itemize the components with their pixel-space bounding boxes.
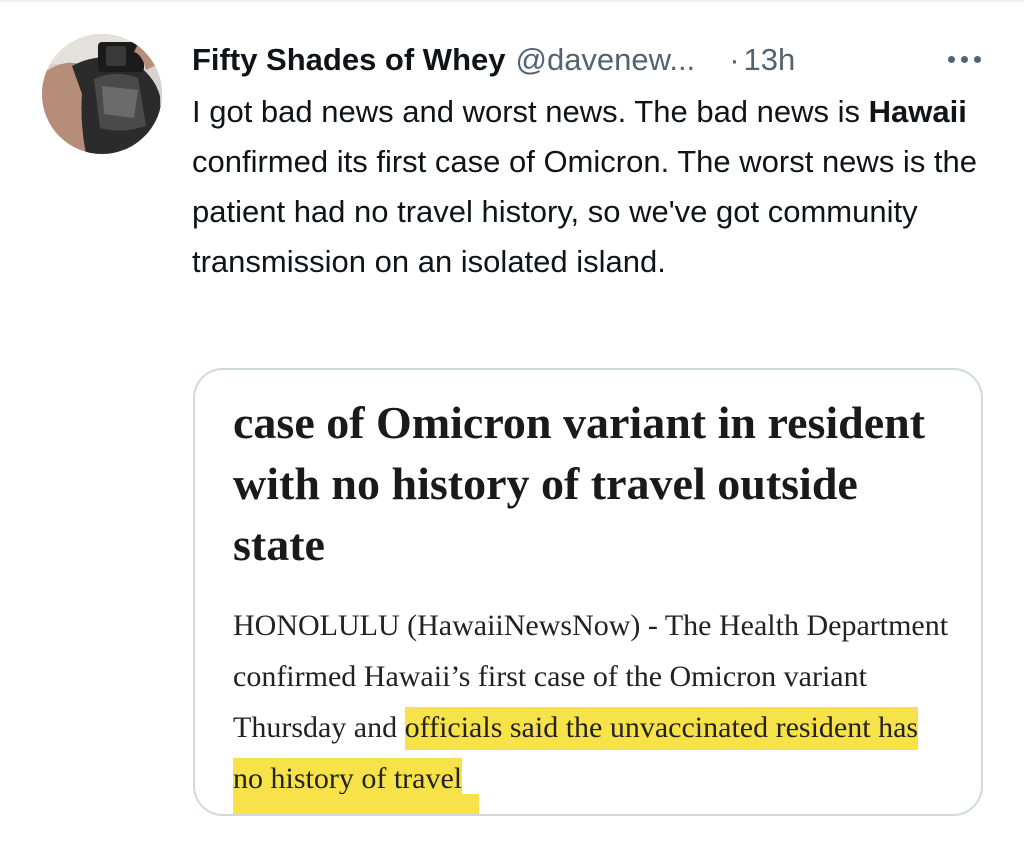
attached-image-card[interactable]: case of Omicron variant in resident with… [193, 368, 983, 816]
tweet-header: Fifty Shades of Whey @davenew... · 13h [192, 38, 795, 82]
more-horizontal-icon-dot [947, 55, 955, 63]
more-options-button[interactable] [940, 44, 988, 74]
avatar-image [42, 34, 162, 154]
more-horizontal-icon-dot [960, 55, 968, 63]
more-horizontal-icon-dot [973, 55, 981, 63]
tweet-text-part: confirmed its first case of Omicron. The… [192, 144, 978, 279]
avatar[interactable] [42, 34, 162, 154]
article-body: HONOLULU (HawaiiNewsNow) - The Health De… [233, 600, 953, 804]
user-handle[interactable]: @davenew... [515, 38, 695, 82]
tweet-timestamp[interactable]: 13h [744, 38, 796, 82]
tweet-text-part: I got bad news and worst news. The bad n… [192, 94, 869, 129]
tweet-text-bold: Hawaii [868, 94, 967, 129]
tweet[interactable]: Fifty Shades of Whey @davenew... · 13h I… [0, 0, 1024, 846]
tweet-text: I got bad news and worst news. The bad n… [192, 87, 992, 287]
header-separator: · [729, 42, 740, 77]
highlight-continuation [233, 794, 479, 814]
display-name[interactable]: Fifty Shades of Whey [192, 38, 505, 82]
article-headline: case of Omicron variant in resident with… [233, 397, 926, 570]
